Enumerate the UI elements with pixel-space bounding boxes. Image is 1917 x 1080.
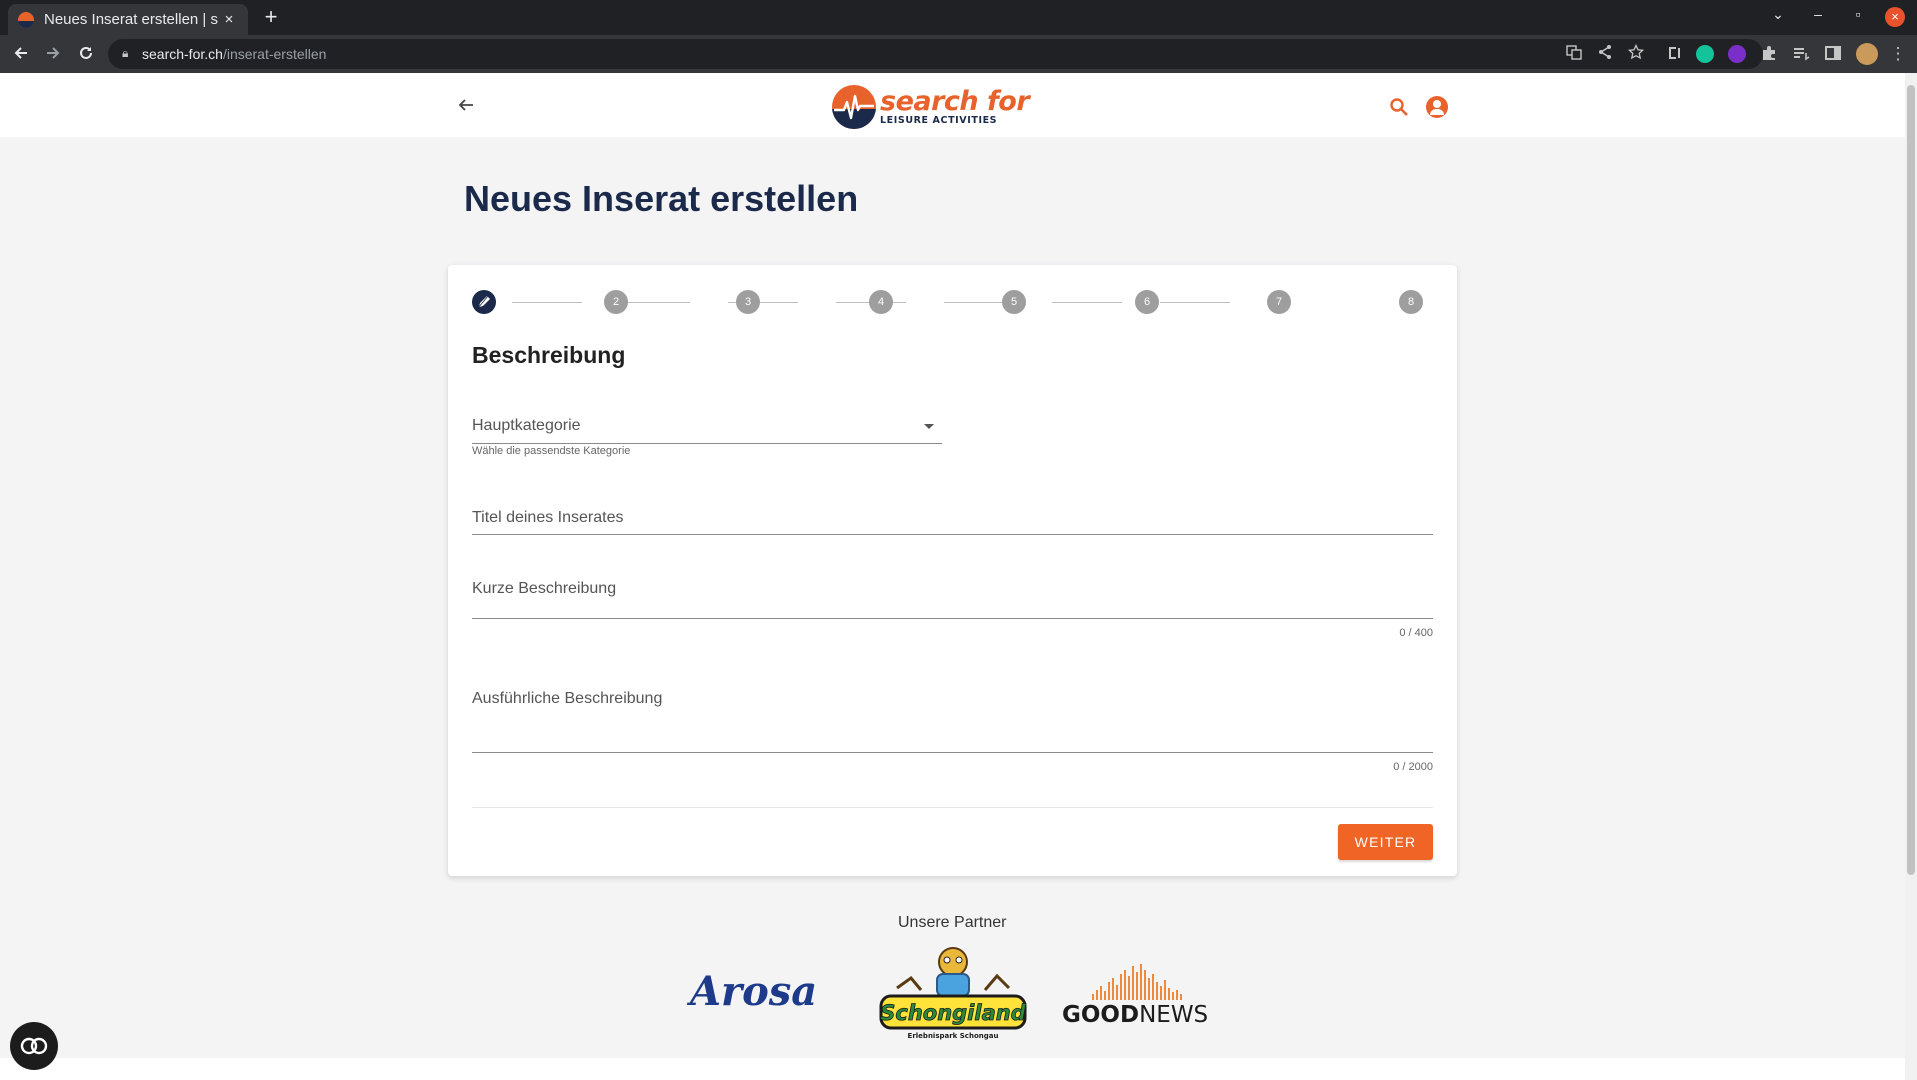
user-account-icon[interactable] <box>1426 96 1448 118</box>
floating-accessibility-button[interactable] <box>10 1022 58 1070</box>
browser-tab[interactable]: Neues Inserat erstellen | s × <box>8 4 248 35</box>
goodnews-bar <box>1144 970 1146 1000</box>
site-logo[interactable]: search for LEISURE ACTIVITIES <box>832 85 1030 129</box>
grammarly-icon[interactable] <box>1696 45 1714 63</box>
goodnews-bar <box>1128 976 1130 1000</box>
window-close-icon[interactable]: × <box>1885 7 1905 27</box>
search-icon[interactable] <box>1389 97 1409 122</box>
back-icon[interactable] <box>11 44 31 64</box>
goodnews-bar <box>1104 991 1106 1000</box>
step-7[interactable]: 7 <box>1267 290 1291 314</box>
side-panel-icon[interactable] <box>1823 44 1843 64</box>
category-select[interactable]: Hauptkategorie <box>472 407 942 444</box>
extensions-puzzle-icon[interactable] <box>1759 44 1779 64</box>
goodnews-bar <box>1100 986 1102 1000</box>
divider <box>472 807 1433 808</box>
url-text: search-for.ch/inserat-erstellen <box>142 46 327 62</box>
site-header: search for LEISURE ACTIVITIES <box>0 73 1905 137</box>
long-description-counter: 0 / 2000 <box>1393 761 1433 773</box>
page-title: Neues Inserat erstellen <box>464 178 859 219</box>
goodnews-bar <box>1112 978 1114 1000</box>
goodnews-bar <box>1156 982 1158 1000</box>
goodnews-bar <box>1180 994 1182 1000</box>
form-card: 2 3 4 5 6 7 8 Beschreibung Hauptkategori… <box>448 265 1457 876</box>
svg-text:GOODNEWS: GOODNEWS <box>1062 1002 1208 1028</box>
tab-search-icon[interactable]: ⌄ <box>1766 6 1790 23</box>
goodnews-bar <box>1172 992 1174 1000</box>
goodnews-bar <box>1168 988 1170 1000</box>
browser-tabbar: Neues Inserat erstellen | s × + ⌄ – ▫ × <box>0 0 1917 35</box>
goodnews-bar <box>1148 978 1150 1000</box>
goodnews-bar <box>1108 982 1110 1000</box>
goodnews-bar <box>1152 974 1154 1000</box>
footer <box>0 1058 1905 1080</box>
step-1-edit-icon[interactable] <box>472 290 496 314</box>
logo-text-main: search for <box>880 86 1030 118</box>
goodnews-bar <box>1096 990 1098 1000</box>
short-description-label: Kurze Beschreibung <box>472 580 617 597</box>
partner-logo-goodnews[interactable]: GOODNEWS <box>1062 960 1216 1028</box>
step-5[interactable]: 5 <box>1002 290 1026 314</box>
short-description-counter: 0 / 400 <box>1399 627 1433 639</box>
share-icon[interactable] <box>1595 44 1615 64</box>
goodnews-bar <box>1132 966 1134 1000</box>
reload-icon[interactable] <box>76 44 96 64</box>
partners-title: Unsere Partner <box>898 914 1007 931</box>
tab-title: Neues Inserat erstellen | s <box>44 11 218 28</box>
long-description-input[interactable]: Ausführliche Beschreibung <box>472 673 1433 753</box>
title-label: Titel deines Inserates <box>472 509 624 526</box>
step-4[interactable]: 4 <box>869 290 893 314</box>
chrome-menu-icon[interactable]: ⋮ <box>1888 44 1908 64</box>
category-label: Hauptkategorie <box>472 417 581 434</box>
goodnews-bar <box>1116 985 1118 1000</box>
section-title: Beschreibung <box>472 342 626 368</box>
extension-purple-icon[interactable] <box>1728 45 1746 63</box>
partner-logo-arosa[interactable]: Arosa <box>690 968 817 1015</box>
address-bar[interactable]: 🔒︎ search-for.ch/inserat-erstellen <box>108 39 1763 69</box>
logo-text-sub: LEISURE ACTIVITIES <box>880 115 998 127</box>
goodnews-bar <box>1120 974 1122 1000</box>
next-button[interactable]: WEITER <box>1338 824 1433 860</box>
restore-icon[interactable]: ▫ <box>1846 6 1870 22</box>
minimize-icon[interactable]: – <box>1806 6 1830 22</box>
stepper: 2 3 4 5 6 7 8 <box>472 290 1423 314</box>
extension-ci-icon[interactable] <box>1664 44 1684 64</box>
svg-text:Schongiland: Schongiland <box>880 1001 1026 1025</box>
reading-list-icon[interactable] <box>1791 44 1811 64</box>
profile-avatar[interactable] <box>1856 43 1878 65</box>
site-favicon-icon <box>18 11 34 28</box>
short-description-input[interactable]: Kurze Beschreibung <box>472 563 1433 619</box>
title-input[interactable]: Titel deines Inserates <box>472 501 1433 535</box>
step-2[interactable]: 2 <box>604 290 628 314</box>
tab-close-icon[interactable]: × <box>220 11 238 28</box>
translate-icon[interactable] <box>1564 44 1584 64</box>
category-hint: Wähle die passendste Kategorie <box>472 445 631 457</box>
svg-text:Erlebnispark Schongau: Erlebnispark Schongau <box>908 1032 999 1040</box>
goodnews-bar <box>1092 994 1094 1000</box>
goodnews-bar <box>1136 972 1138 1000</box>
goodnews-bar <box>1140 964 1142 1000</box>
bookmark-star-icon[interactable] <box>1626 43 1646 64</box>
step-6[interactable]: 6 <box>1135 290 1159 314</box>
partner-logo-schongiland[interactable]: Schongiland Erlebnispark Schongau <box>877 940 1029 1042</box>
forward-icon[interactable] <box>43 44 63 64</box>
logo-mark-icon <box>832 85 876 129</box>
back-arrow-icon[interactable] <box>456 95 476 118</box>
goodnews-bar <box>1176 990 1178 1000</box>
step-8[interactable]: 8 <box>1399 290 1423 314</box>
goodnews-bar <box>1160 986 1162 1000</box>
scrollbar-thumb[interactable] <box>1907 85 1915 875</box>
browser-toolbar: 🔒︎ search-for.ch/inserat-erstellen ⋮ <box>0 35 1917 73</box>
lock-icon: 🔒︎ <box>122 46 129 60</box>
long-description-label: Ausführliche Beschreibung <box>472 690 663 707</box>
page-scrollbar[interactable] <box>1905 73 1917 1080</box>
dropdown-arrow-icon <box>924 424 934 429</box>
goodnews-bar <box>1164 980 1166 1000</box>
goodnews-bar <box>1124 970 1126 1000</box>
step-3[interactable]: 3 <box>736 290 760 314</box>
new-tab-icon[interactable]: + <box>258 4 284 30</box>
